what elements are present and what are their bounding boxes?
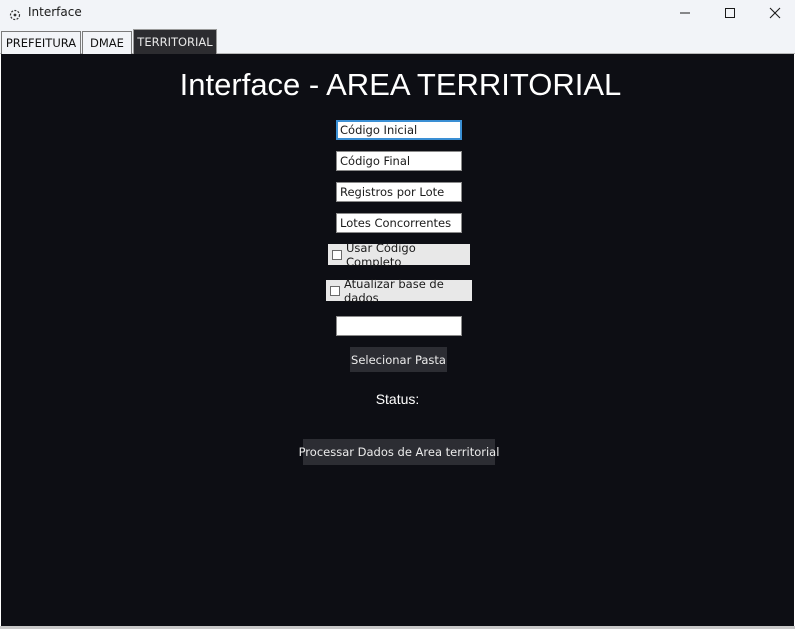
checkbox-label: Usar Código Completo [346, 240, 416, 269]
pasta-path-input[interactable] [336, 316, 462, 336]
tab-territorial[interactable]: TERRITORIAL [133, 29, 217, 54]
codigo-inicial-input[interactable] [336, 120, 462, 140]
atualizar-base-checkbox[interactable]: Atualizar base de dados [326, 277, 472, 305]
app-icon [9, 6, 21, 21]
registros-por-lote-input[interactable] [336, 182, 462, 202]
tab-bar: PREFEITURA DMAE TERRITORIAL [0, 28, 795, 54]
checkbox-label: Atualizar base de dados [344, 276, 444, 305]
minimize-button[interactable] [662, 0, 708, 26]
close-button[interactable] [752, 0, 795, 26]
checkbox-box[interactable] [332, 249, 342, 260]
tab-dmae[interactable]: DMAE [82, 31, 132, 54]
processar-dados-button[interactable]: Processar Dados de Area territorial [299, 439, 499, 465]
lotes-concorrentes-input[interactable] [336, 213, 462, 233]
page-title: Interface - AREA TERRITORIAL [179, 67, 622, 102]
maximize-button[interactable] [707, 0, 753, 26]
codigo-final-input[interactable] [336, 151, 462, 171]
maximize-icon [725, 8, 735, 18]
checkbox-box[interactable] [330, 285, 340, 296]
usar-codigo-completo-checkbox[interactable]: Usar Código Completo [328, 241, 470, 269]
minimize-icon [680, 12, 690, 14]
window-title: Interface [28, 5, 82, 19]
close-icon [769, 7, 781, 19]
status-label: Status: [375, 391, 420, 407]
title-bar: Interface [0, 0, 795, 28]
territorial-panel: Interface - AREA TERRITORIAL Usar Código… [1, 54, 794, 626]
selecionar-pasta-button[interactable]: Selecionar Pasta [350, 347, 447, 372]
tab-prefeitura[interactable]: PREFEITURA [1, 31, 81, 54]
